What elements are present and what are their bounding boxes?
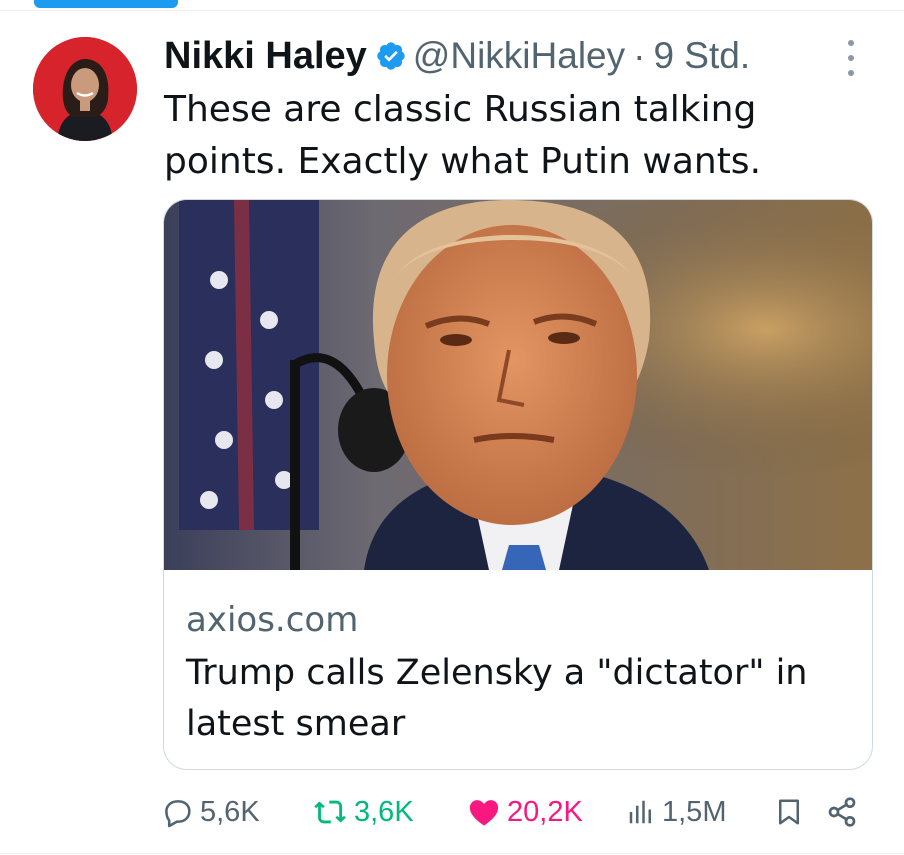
display-name[interactable]: Nikki Haley <box>164 35 367 78</box>
more-options-icon[interactable] <box>834 40 868 76</box>
timestamp[interactable]: 9 Std. <box>653 35 750 77</box>
active-tab-indicator <box>34 0 178 8</box>
like-count: 20,2K <box>507 795 583 828</box>
tweet-actions: 5,6K 3,6K 20,2K 1,5M <box>160 790 860 834</box>
share-icon <box>828 797 856 827</box>
reply-button[interactable]: 5,6K <box>160 790 260 834</box>
view-count: 1,5M <box>662 795 727 828</box>
like-button[interactable]: 20,2K <box>467 790 583 834</box>
repost-icon <box>314 800 346 824</box>
tweet-header: Nikki Haley @NikkiHaley · 9 Std. <box>164 26 750 86</box>
avatar[interactable] <box>33 37 137 141</box>
link-preview-card[interactable]: axios.com Trump calls Zelensky a "dictat… <box>163 199 873 770</box>
card-image[interactable] <box>164 200 872 570</box>
share-button[interactable] <box>826 790 864 834</box>
bookmark-button[interactable] <box>774 790 810 834</box>
bookmark-icon <box>779 799 799 825</box>
repost-button[interactable]: 3,6K <box>312 790 414 834</box>
views-chart-icon <box>629 800 651 824</box>
views-button[interactable]: 1,5M <box>626 790 726 834</box>
top-divider <box>0 10 904 11</box>
bottom-divider <box>0 853 904 854</box>
separator-dot: · <box>633 35 646 76</box>
reply-count: 5,6K <box>200 795 260 828</box>
avatar-photo <box>33 37 137 141</box>
repost-count: 3,6K <box>354 795 414 828</box>
heart-filled-icon <box>469 800 499 826</box>
user-handle[interactable]: @NikkiHaley <box>413 35 625 77</box>
card-domain[interactable]: axios.com <box>186 600 358 640</box>
tweet-text: These are classic Russian talking points… <box>164 89 762 182</box>
card-title[interactable]: Trump calls Zelensky a "dictator" in lat… <box>186 648 846 750</box>
verified-badge-icon[interactable] <box>375 40 407 72</box>
reply-icon <box>165 800 191 828</box>
